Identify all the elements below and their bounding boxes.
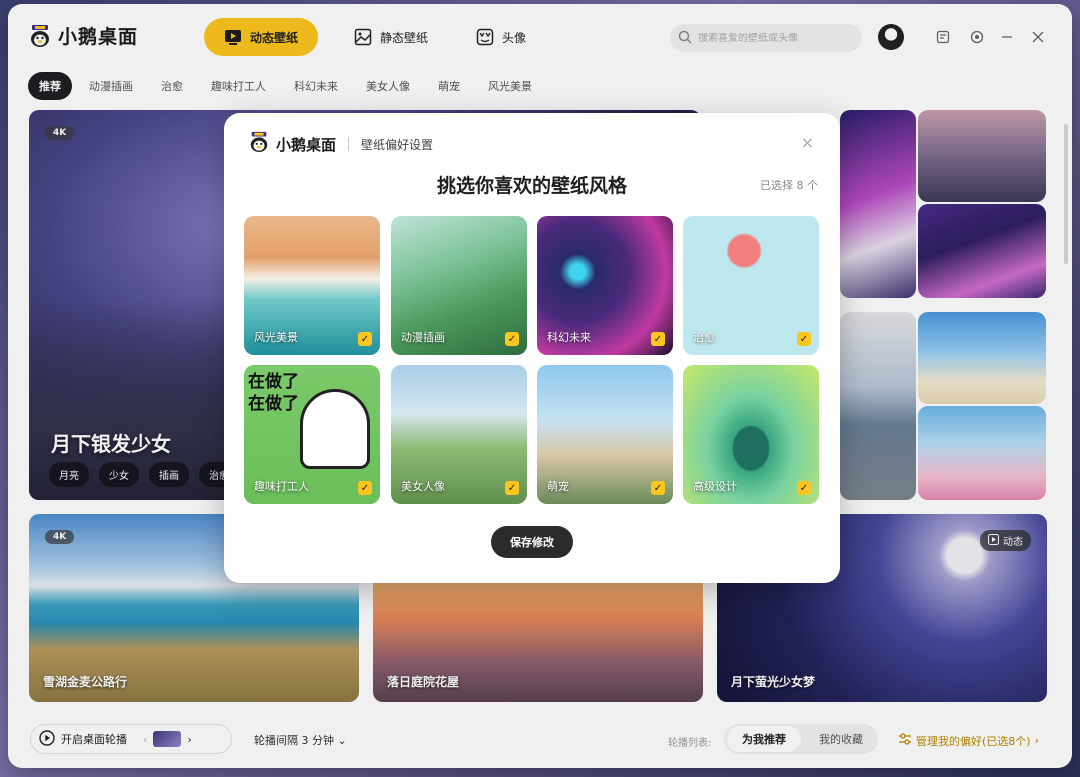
checkbox-checked-icon[interactable]: ✓: [505, 332, 519, 346]
dialog-title: 挑选你喜欢的壁纸风格: [436, 175, 627, 197]
style-tile-design[interactable]: 高级设计 ✓: [683, 365, 819, 504]
meme-line-2: 在做了: [248, 394, 299, 414]
style-tile-scifi[interactable]: 科幻未来 ✓: [537, 216, 673, 355]
checkbox-checked-icon[interactable]: ✓: [358, 332, 372, 346]
tile-label: 治愈: [693, 331, 715, 344]
meme-text: 在做了 在做了: [248, 371, 299, 415]
style-tile-pets[interactable]: 萌宠 ✓: [537, 365, 673, 504]
style-tile-worker[interactable]: 在做了 在做了 趣味打工人 ✓: [244, 365, 380, 504]
tile-label: 风光美景: [254, 331, 298, 344]
tile-label: 动漫插画: [401, 331, 445, 344]
checkbox-checked-icon[interactable]: ✓: [651, 332, 665, 346]
dialog-close-icon[interactable]: ×: [801, 133, 814, 152]
save-changes-button[interactable]: 保存修改: [491, 526, 573, 558]
checkbox-checked-icon[interactable]: ✓: [797, 481, 811, 495]
cartoon-worker-figure: [300, 389, 370, 469]
wallpaper-preference-dialog: 小鹅桌面 壁纸偏好设置 × 挑选你喜欢的壁纸风格 已选择 8 个 风光美景 ✓ …: [224, 113, 840, 583]
tile-label: 高级设计: [693, 480, 737, 493]
tile-label: 美女人像: [401, 480, 445, 493]
tile-label: 科幻未来: [547, 331, 591, 344]
dialog-app-name: 小鹅桌面: [276, 135, 337, 154]
tile-label: 萌宠: [547, 480, 569, 493]
selected-count: 已选择 8 个: [760, 179, 818, 192]
dialog-header: 小鹅桌面 壁纸偏好设置: [248, 131, 433, 157]
style-tile-portrait[interactable]: 美女人像 ✓: [391, 365, 527, 504]
meme-line-1: 在做了: [248, 372, 299, 392]
tile-label: 趣味打工人: [254, 480, 309, 493]
checkbox-checked-icon[interactable]: ✓: [505, 481, 519, 495]
checkbox-checked-icon[interactable]: ✓: [797, 332, 811, 346]
style-tile-healing[interactable]: 治愈 ✓: [683, 216, 819, 355]
goose-logo-icon: [248, 131, 270, 157]
style-tile-scenery[interactable]: 风光美景 ✓: [244, 216, 380, 355]
checkbox-checked-icon[interactable]: ✓: [358, 481, 372, 495]
style-tile-anime[interactable]: 动漫插画 ✓: [391, 216, 527, 355]
checkbox-checked-icon[interactable]: ✓: [651, 481, 665, 495]
dialog-subtitle: 壁纸偏好设置: [361, 137, 434, 152]
header-divider: [348, 137, 350, 151]
